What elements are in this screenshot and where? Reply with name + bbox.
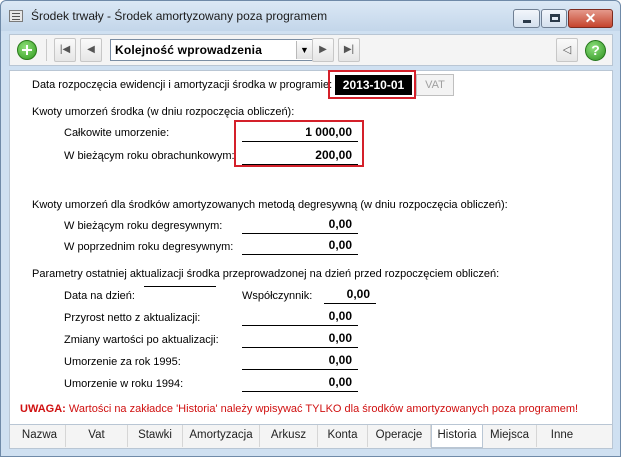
- section3-title: Parametry ostatniej aktualizacji środka …: [32, 268, 500, 280]
- tab-amortyzacja[interactable]: Amortyzacja: [183, 425, 260, 447]
- window-title: Środek trwały - Środek amortyzowany poza…: [31, 9, 328, 23]
- degressive-previous-label: W poprzednim roku degresywnym:: [64, 241, 234, 253]
- tab-nazwa[interactable]: Nazwa: [14, 425, 66, 447]
- tab-operacje[interactable]: Operacje: [368, 425, 431, 447]
- window: Środek trwały - Środek amortyzowany poza…: [0, 0, 621, 457]
- tab-stawki[interactable]: Stawki: [128, 425, 183, 447]
- update-date-label: Data na dzień:: [64, 290, 135, 302]
- tab-historia[interactable]: Historia: [431, 425, 483, 448]
- toolbar: |◀ ◀ Kolejność wprowadzenia ▼ ▶ ▶| ◁ ?: [9, 34, 613, 66]
- warning-prefix: UWAGA:: [20, 403, 66, 415]
- sort-order-value: Kolejność wprowadzenia: [115, 43, 263, 57]
- last-record-button[interactable]: ▶|: [338, 38, 360, 62]
- warning-message: UWAGA: Wartości na zakładce 'Historia' n…: [20, 403, 578, 415]
- net-increase-label: Przyrost netto z aktualizacji:: [64, 312, 201, 324]
- window-app-icon: [9, 10, 23, 22]
- toolbar-separator: [46, 39, 47, 61]
- close-icon: ✕: [584, 10, 597, 26]
- close-button[interactable]: ✕: [568, 9, 613, 28]
- title-bar[interactable]: Środek trwały - Środek amortyzowany poza…: [1, 1, 620, 31]
- degressive-current-field[interactable]: 0,00: [242, 216, 358, 234]
- side-panel-icon[interactable]: ◁: [556, 38, 578, 62]
- warning-text: Wartości na zakładce 'Historia' należy w…: [68, 403, 579, 415]
- history-panel: Data rozpoczęcia ewidencji i amortyzacji…: [9, 70, 613, 425]
- degressive-previous-field[interactable]: 0,00: [242, 237, 358, 255]
- tab-vat[interactable]: Vat: [66, 425, 128, 447]
- net-increase-field[interactable]: 0,00: [242, 308, 358, 326]
- tab-miejsca[interactable]: Miejsca: [483, 425, 537, 447]
- current-year-label: W bieżącym roku obrachunkowym:: [64, 150, 235, 162]
- maximize-button[interactable]: [541, 9, 567, 28]
- total-depreciation-label: Całkowite umorzenie:: [64, 127, 170, 139]
- tab-bar: Nazwa Vat Stawki Amortyzacja Arkusz Kont…: [9, 425, 613, 449]
- coefficient-field[interactable]: 0,00: [324, 286, 376, 304]
- current-year-field[interactable]: 200,00: [242, 147, 358, 165]
- tab-arkusz[interactable]: Arkusz: [260, 425, 318, 447]
- start-date-label: Data rozpoczęcia ewidencji i amortyzacji…: [32, 79, 333, 91]
- next-record-button[interactable]: ▶: [312, 38, 334, 62]
- minimize-icon: [523, 20, 531, 23]
- tab-inne[interactable]: Inne: [537, 425, 587, 447]
- help-icon[interactable]: ?: [585, 40, 606, 61]
- total-depreciation-field[interactable]: 1 000,00: [242, 124, 358, 142]
- tab-konta[interactable]: Konta: [318, 425, 368, 447]
- value-changes-field[interactable]: 0,00: [242, 330, 358, 348]
- degressive-current-label: W bieżącym roku degresywnym:: [64, 220, 223, 232]
- depreciation-1995-field[interactable]: 0,00: [242, 352, 358, 370]
- section1-title: Kwoty umorzeń środka (w dniu rozpoczęcia…: [32, 106, 295, 118]
- depreciation-1994-label: Umorzenie w roku 1994:: [64, 378, 184, 390]
- chevron-down-icon[interactable]: ▼: [296, 41, 312, 59]
- depreciation-1994-field[interactable]: 0,00: [242, 374, 358, 392]
- coefficient-label: Współczynnik:: [242, 290, 313, 302]
- add-icon[interactable]: [17, 40, 37, 60]
- update-date-field[interactable]: [144, 286, 216, 287]
- value-changes-label: Zmiany wartości po aktualizacji:: [64, 334, 219, 346]
- maximize-icon: [550, 14, 560, 22]
- section2-title: Kwoty umorzeń dla środków amortyzowanych…: [32, 199, 508, 211]
- previous-record-button[interactable]: ◀: [80, 38, 102, 62]
- depreciation-1995-label: Umorzenie za rok 1995:: [64, 356, 181, 368]
- vat-button[interactable]: VAT: [416, 74, 454, 96]
- minimize-button[interactable]: [513, 9, 540, 28]
- sort-order-select[interactable]: Kolejność wprowadzenia ▼: [110, 39, 314, 61]
- first-record-button[interactable]: |◀: [54, 38, 76, 62]
- start-date-input[interactable]: 2013-10-01: [335, 75, 412, 95]
